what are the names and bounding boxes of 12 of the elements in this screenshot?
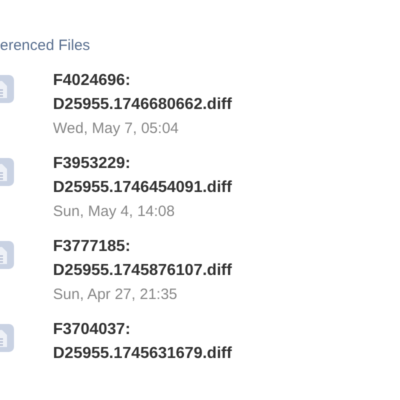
- file-date: Sun, May 4, 14:08: [53, 202, 176, 222]
- file-id[interactable]: F4024696:: [53, 69, 232, 93]
- file-name[interactable]: D25955.1745876107.diff: [53, 259, 232, 283]
- section-title: erenced Files: [0, 36, 92, 56]
- file-name[interactable]: D25955.1746454091.diff: [53, 176, 232, 200]
- file-date: Sun, Apr 27, 21:35: [53, 285, 178, 305]
- file-date: Wed, May 7, 05:04: [53, 119, 180, 139]
- file-id[interactable]: F3953229:: [53, 152, 232, 176]
- file-id[interactable]: F3704037:: [53, 318, 232, 342]
- file-name[interactable]: D25955.1745631679.diff: [53, 342, 232, 366]
- file-id[interactable]: F3777185:: [53, 235, 232, 259]
- file-name[interactable]: D25955.1746680662.diff: [53, 93, 232, 117]
